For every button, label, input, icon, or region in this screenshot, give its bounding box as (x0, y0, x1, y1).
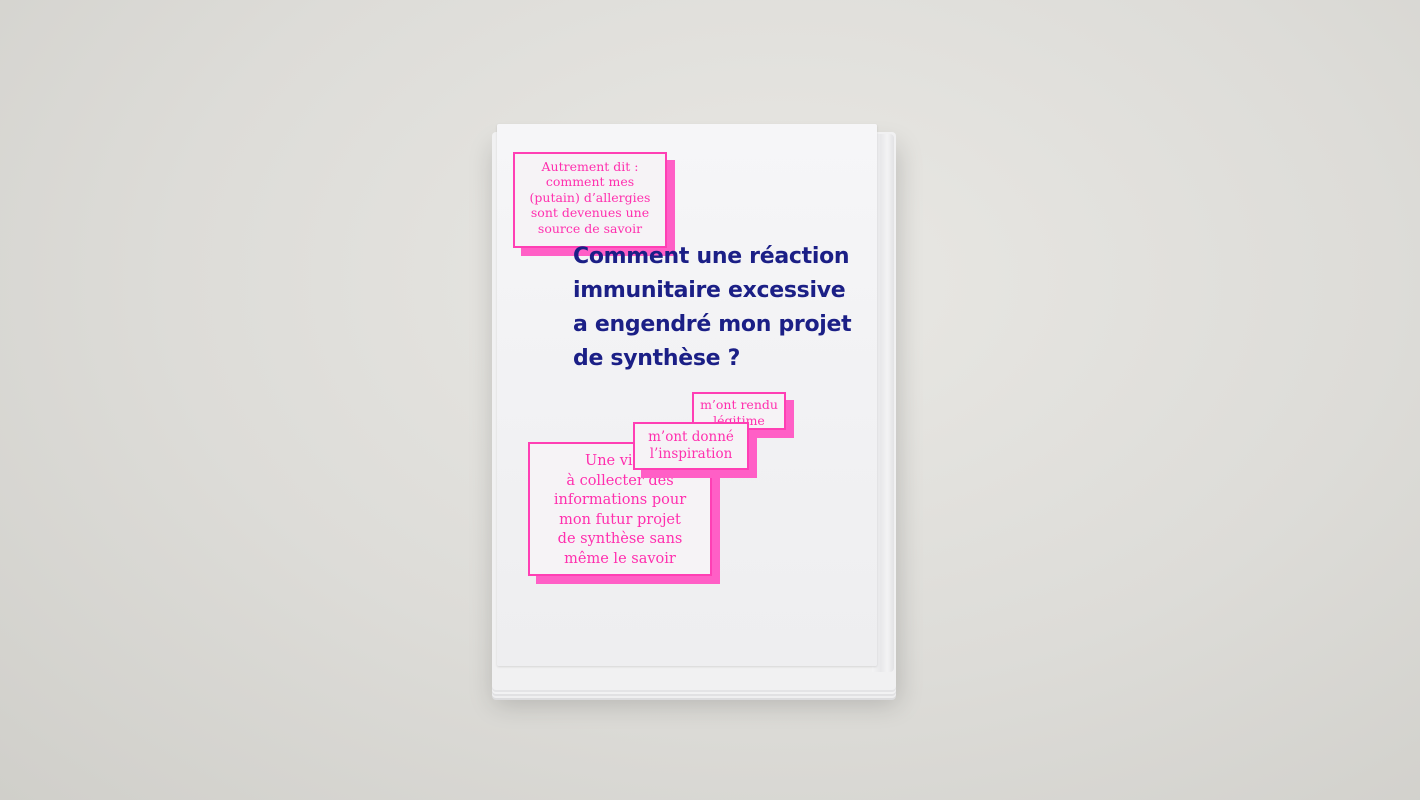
donne-line: l’inspiration (649, 446, 733, 462)
title-line: de synthèse ? (573, 346, 741, 371)
autrement-line: comment mes (545, 174, 635, 190)
autrement-line: sont devenues une (530, 205, 650, 221)
rendu-line: m’ont rendu (700, 397, 778, 412)
donne-line: m’ont donné (648, 429, 734, 445)
booklet-title: Comment une réaction immunitaire excessi… (573, 240, 873, 376)
vie-line: mon futur projet (559, 511, 681, 528)
autrement-line: (putain) d’allergies (529, 189, 651, 205)
title-line: Comment une réaction (573, 244, 850, 269)
vie-line: informations pour (553, 492, 687, 509)
vie-line: même le savoir (564, 550, 676, 567)
autrement-line: Autrement dit : (541, 159, 639, 174)
vie-line: de synthèse sans (557, 531, 683, 548)
photo-scene: Autrement dit : comment mes (putain) d’a… (0, 0, 1420, 800)
autrement-dit-box: Autrement dit : comment mes (putain) d’a… (513, 152, 667, 248)
mont-donne-box: m’ont donné l’inspiration (633, 422, 749, 470)
booklet-cover: Autrement dit : comment mes (putain) d’a… (497, 124, 877, 666)
autrement-line: source de savoir (537, 220, 643, 236)
vie-line: à collecter des (566, 472, 674, 489)
title-line: immunitaire excessive (573, 278, 846, 303)
title-line: a engendré mon projet (573, 312, 852, 337)
